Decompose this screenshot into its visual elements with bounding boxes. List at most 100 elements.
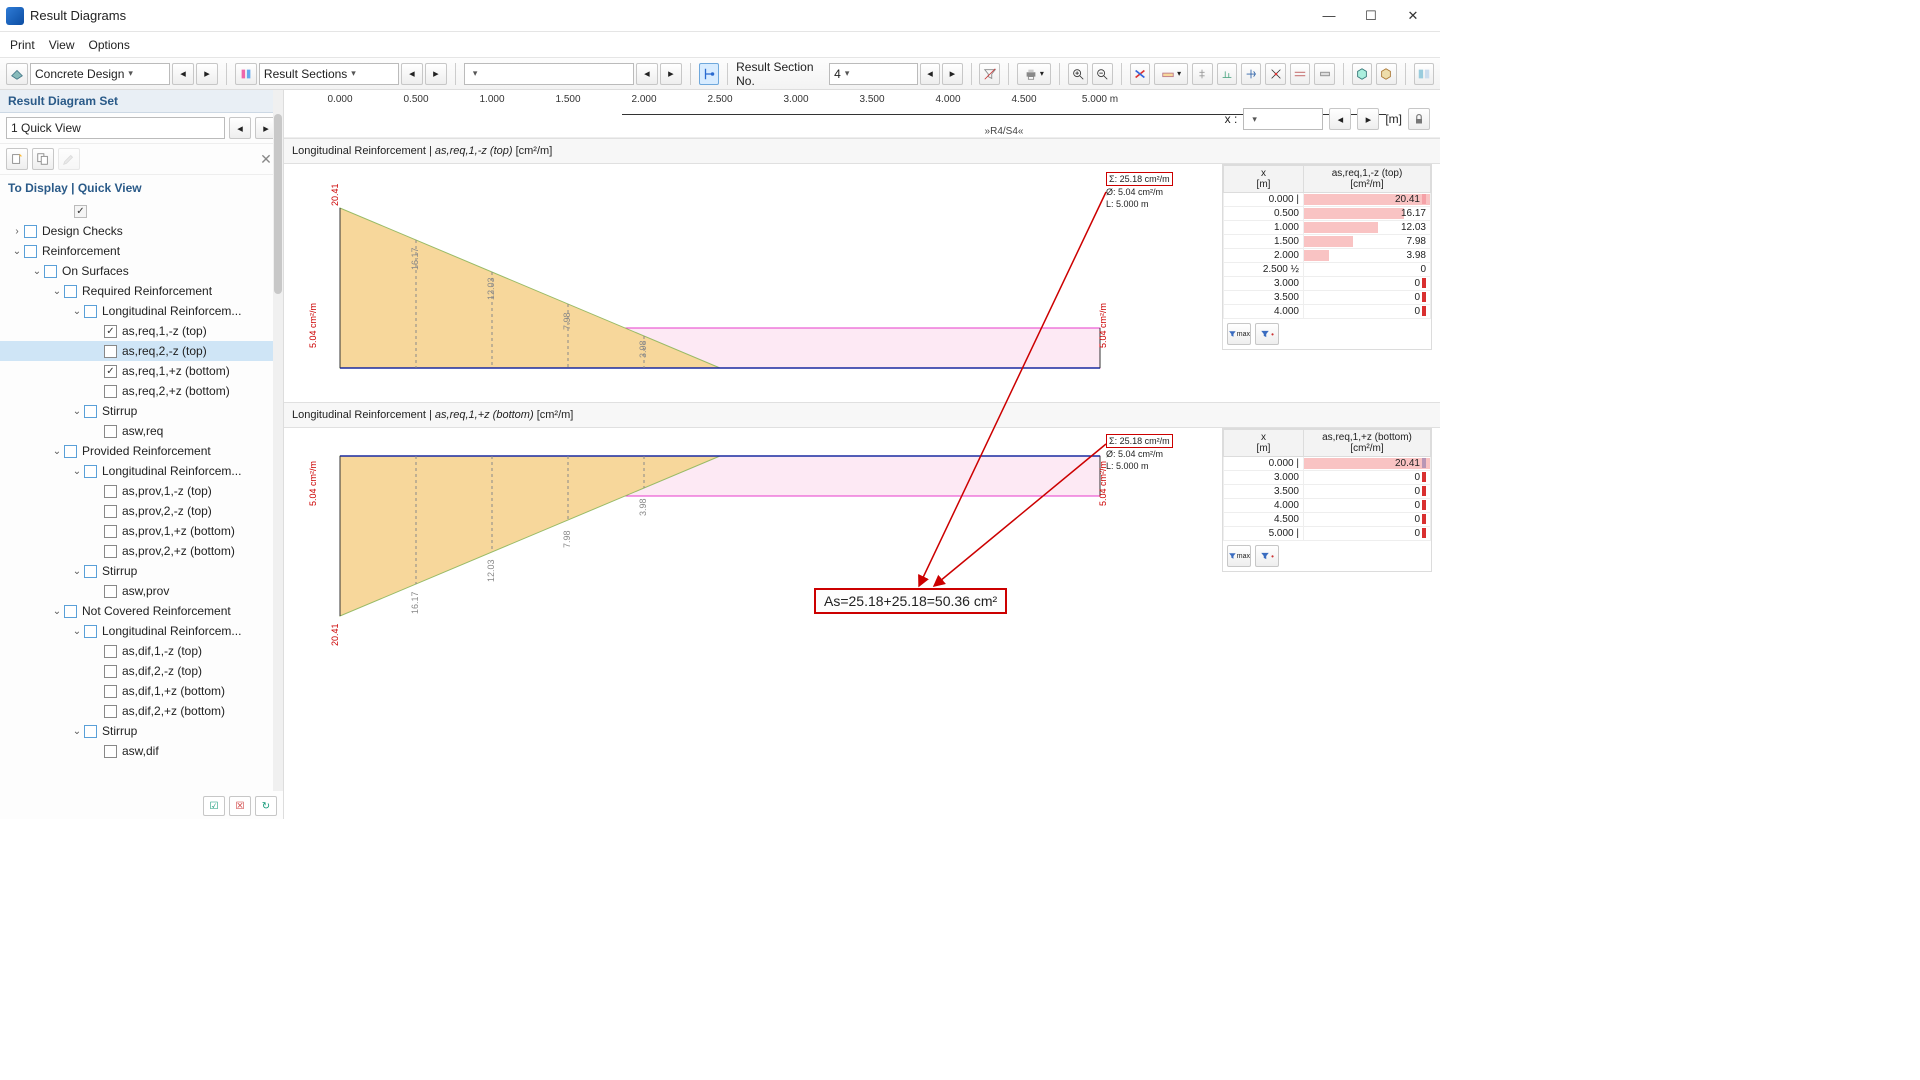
minimize-button[interactable]: — xyxy=(1308,1,1350,31)
diagram-style-button[interactable]: ▾ xyxy=(1154,63,1188,85)
filter-max-button[interactable]: max xyxy=(1227,323,1251,345)
tool-c-icon[interactable] xyxy=(1241,63,1261,85)
section-prev[interactable]: ◂ xyxy=(401,63,423,85)
filter-off-icon[interactable] xyxy=(979,63,999,85)
x-next[interactable]: ▸ xyxy=(1357,108,1379,130)
checkbox-icon[interactable] xyxy=(104,645,117,658)
filter-button[interactable]: • xyxy=(1255,323,1279,345)
set-prev[interactable]: ◂ xyxy=(229,117,251,139)
checkbox-icon[interactable] xyxy=(64,285,77,298)
checkbox-icon[interactable] xyxy=(104,525,117,538)
tree-asprov2pos[interactable]: as,prov,2,+z (bottom) xyxy=(0,541,283,561)
tree-aswdif[interactable]: asw,dif xyxy=(0,741,283,761)
checkbox-icon[interactable] xyxy=(104,665,117,678)
tool-a-icon[interactable] xyxy=(1192,63,1212,85)
tree-reinforcement[interactable]: ⌄Reinforcement xyxy=(0,241,283,261)
checkbox-icon[interactable] xyxy=(84,405,97,418)
checkbox-icon[interactable] xyxy=(104,685,117,698)
tool-f-icon[interactable] xyxy=(1314,63,1334,85)
checkbox-icon[interactable] xyxy=(84,625,97,638)
table-row[interactable]: 3.5000 xyxy=(1224,485,1431,499)
sidebar-scrollbar[interactable] xyxy=(273,90,283,791)
diagram-set-select[interactable]: 1 Quick View xyxy=(6,117,225,139)
result-section-next[interactable]: ▸ xyxy=(942,63,962,85)
tree-ds1[interactable]: ✓ xyxy=(0,201,283,221)
category-select[interactable]: Concrete Design▾ xyxy=(30,63,170,85)
tree-asdif2neg[interactable]: as,dif,2,-z (top) xyxy=(0,661,283,681)
tree-long-req[interactable]: ⌄Longitudinal Reinforcem... xyxy=(0,301,283,321)
tree-on-surfaces[interactable]: ⌄On Surfaces xyxy=(0,261,283,281)
section-next[interactable]: ▸ xyxy=(425,63,447,85)
checkbox-icon[interactable]: ✓ xyxy=(104,325,117,338)
lock-icon[interactable] xyxy=(1408,108,1430,130)
print-button[interactable]: ▾ xyxy=(1017,63,1051,85)
refresh-icon[interactable]: ↻ xyxy=(255,796,277,816)
close-button[interactable]: ✕ xyxy=(1392,1,1434,31)
x-select[interactable]: ▾ xyxy=(1243,108,1323,130)
chart2-svg[interactable]: 20.41 16.17 12.03 7.98 3.98 5.04 cm²/m 5… xyxy=(284,428,1204,666)
table-row[interactable]: 0.000 |20.41 xyxy=(1224,457,1431,471)
table-row[interactable]: 1.00012.03 xyxy=(1224,221,1431,235)
tree-aswprov[interactable]: asw,prov xyxy=(0,581,283,601)
checkbox-icon[interactable] xyxy=(104,585,117,598)
table-row[interactable]: 0.50016.17 xyxy=(1224,207,1431,221)
zoom-in-button[interactable] xyxy=(1068,63,1088,85)
table-row[interactable]: 3.5000 xyxy=(1224,291,1431,305)
tree-long-nc[interactable]: ⌄Longitudinal Reinforcem... xyxy=(0,621,283,641)
maximize-button[interactable]: ☐ xyxy=(1350,1,1392,31)
table-row[interactable]: 4.5000 xyxy=(1224,513,1431,527)
tool-e-icon[interactable] xyxy=(1290,63,1310,85)
checkbox-icon[interactable] xyxy=(84,565,97,578)
filter-button[interactable]: • xyxy=(1255,545,1279,567)
checkbox-icon[interactable] xyxy=(84,725,97,738)
tree-asprov1neg[interactable]: as,prov,1,-z (top) xyxy=(0,481,283,501)
result-section-prev[interactable]: ◂ xyxy=(920,63,940,85)
checkbox-icon[interactable] xyxy=(64,605,77,618)
table-row[interactable]: 3.0000 xyxy=(1224,471,1431,485)
check-all-icon[interactable]: ☑ xyxy=(203,796,225,816)
result-section-select[interactable]: 4▾ xyxy=(829,63,918,85)
checkbox-icon[interactable] xyxy=(104,485,117,498)
checkbox-icon[interactable] xyxy=(104,385,117,398)
tree-long-prov[interactable]: ⌄Longitudinal Reinforcem... xyxy=(0,461,283,481)
x-prev[interactable]: ◂ xyxy=(1329,108,1351,130)
zoom-out-button[interactable] xyxy=(1092,63,1112,85)
tree-provided[interactable]: ⌄Provided Reinforcement xyxy=(0,441,283,461)
tree-stirrup1[interactable]: ⌄Stirrup xyxy=(0,401,283,421)
checkbox-icon[interactable]: ✓ xyxy=(104,365,117,378)
empty-select[interactable]: ▾ xyxy=(464,63,634,85)
table-row[interactable]: 4.0000 xyxy=(1224,499,1431,513)
tree-asdif2pos[interactable]: as,dif,2,+z (bottom) xyxy=(0,701,283,721)
checkbox-icon[interactable] xyxy=(104,705,117,718)
checkbox-icon[interactable] xyxy=(24,245,37,258)
tree-asreq1neg[interactable]: ✓as,req,1,-z (top) xyxy=(0,321,283,341)
checkbox-icon[interactable] xyxy=(104,345,117,358)
table-row[interactable]: 3.0000 xyxy=(1224,277,1431,291)
checkbox-icon[interactable] xyxy=(104,745,117,758)
table-row[interactable]: 2.500 ½0 xyxy=(1224,263,1431,277)
checkbox-icon[interactable] xyxy=(64,445,77,458)
toggle-axis-icon[interactable] xyxy=(1130,63,1150,85)
tree-asreq1pos[interactable]: ✓as,req,1,+z (bottom) xyxy=(0,361,283,381)
checkbox-icon[interactable] xyxy=(104,425,117,438)
tree-design-checks[interactable]: ›Design Checks xyxy=(0,221,283,241)
empty-prev[interactable]: ◂ xyxy=(636,63,658,85)
menu-options[interactable]: Options xyxy=(88,38,129,52)
cube-1-icon[interactable] xyxy=(1352,63,1372,85)
tree-stirrup3[interactable]: ⌄Stirrup xyxy=(0,721,283,741)
table-row[interactable]: 4.0000 xyxy=(1224,305,1431,319)
tree-asreq2pos[interactable]: as,req,2,+z (bottom) xyxy=(0,381,283,401)
uncheck-all-icon[interactable]: ☒ xyxy=(229,796,251,816)
tool-d-icon[interactable] xyxy=(1265,63,1285,85)
tree-asprov1pos[interactable]: as,prov,1,+z (bottom) xyxy=(0,521,283,541)
cube-2-icon[interactable] xyxy=(1376,63,1396,85)
menu-print[interactable]: Print xyxy=(10,38,35,52)
empty-next[interactable]: ▸ xyxy=(660,63,682,85)
copy-set-icon[interactable] xyxy=(32,148,54,170)
table-row[interactable]: 0.000 |20.41 xyxy=(1224,193,1431,207)
checkbox-icon[interactable] xyxy=(84,465,97,478)
category-prev[interactable]: ◂ xyxy=(172,63,194,85)
checkbox-icon[interactable] xyxy=(104,545,117,558)
filter-max-button[interactable]: max xyxy=(1227,545,1251,567)
table-row[interactable]: 2.0003.98 xyxy=(1224,249,1431,263)
